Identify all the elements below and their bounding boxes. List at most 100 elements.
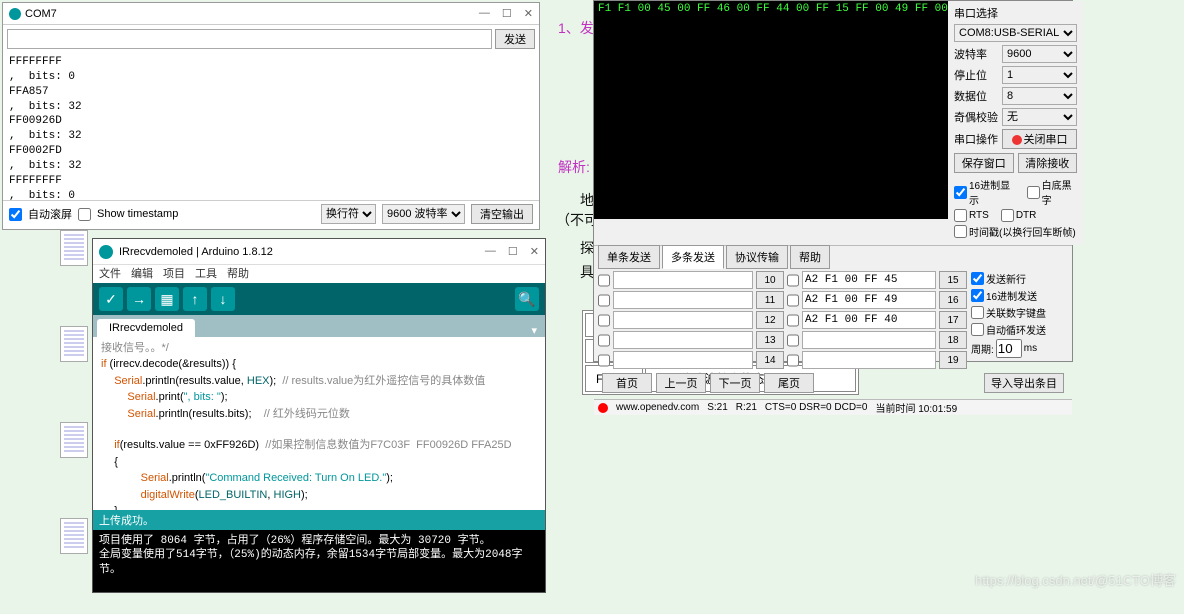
whitebg-checkbox[interactable] <box>1027 186 1040 199</box>
save-window-button[interactable]: 保存窗口 <box>954 153 1014 173</box>
row-checkbox[interactable] <box>787 314 799 327</box>
send-row-button[interactable]: 16 <box>939 291 967 309</box>
status-sent: S:21 <box>707 402 728 413</box>
link-keyboard-checkbox[interactable] <box>971 306 984 319</box>
bg-text: （不可 <box>556 210 598 230</box>
send-row-button[interactable]: 12 <box>756 311 784 329</box>
port-select[interactable]: COM8:USB-SERIAL <box>954 24 1077 42</box>
send-text-input[interactable] <box>613 291 753 309</box>
clear-recv-button[interactable]: 清除接收 <box>1018 153 1078 173</box>
nav-prev-button[interactable]: 上一页 <box>656 373 706 393</box>
row-checkbox[interactable] <box>598 354 610 367</box>
row-checkbox[interactable] <box>787 274 799 287</box>
send-newline-checkbox[interactable] <box>971 272 984 285</box>
send-button[interactable]: 发送 <box>495 29 535 49</box>
send-text-input[interactable] <box>613 311 753 329</box>
save-button[interactable]: ↓ <box>211 287 235 311</box>
send-row-button[interactable]: 14 <box>756 351 784 369</box>
row-checkbox[interactable] <box>598 274 610 287</box>
tab-protocol[interactable]: 协议传输 <box>726 245 788 269</box>
timestamp-checkbox[interactable] <box>78 208 91 221</box>
tab-multi-send[interactable]: 多条发送 <box>662 245 724 269</box>
send-text-input[interactable] <box>613 271 753 289</box>
timestamp-checkbox[interactable] <box>954 225 967 238</box>
status-icon <box>598 403 608 413</box>
serial-output: FFFFFFFF , bits: 0 FFA857 , bits: 32 FF0… <box>3 53 539 201</box>
send-cmd-input[interactable] <box>802 291 936 309</box>
row-checkbox[interactable] <box>787 354 799 367</box>
send-row-button[interactable]: 13 <box>756 331 784 349</box>
clear-output-button[interactable]: 清空输出 <box>471 204 533 224</box>
period-input[interactable] <box>996 339 1022 358</box>
tab-dropdown-icon[interactable]: ▾ <box>523 324 545 337</box>
send-row-button[interactable]: 19 <box>939 351 967 369</box>
bg-text: 探 <box>580 238 594 258</box>
nav-home-button[interactable]: 首页 <box>602 373 652 393</box>
status-url[interactable]: www.openedv.com <box>616 402 699 413</box>
line-ending-select[interactable]: 换行符 <box>321 204 376 224</box>
databit-select[interactable]: 8 <box>1002 87 1077 105</box>
menu-sketch[interactable]: 项目 <box>163 265 185 283</box>
send-cmd-input[interactable] <box>802 311 936 329</box>
row-checkbox[interactable] <box>787 334 799 347</box>
upload-button[interactable]: → <box>127 287 151 311</box>
menu-file[interactable]: 文件 <box>99 265 121 283</box>
rts-checkbox[interactable] <box>954 209 967 222</box>
hex-display-checkbox[interactable] <box>954 186 967 199</box>
baud-select[interactable]: 9600 波特率 <box>382 204 465 224</box>
send-cmd-input[interactable] <box>802 331 936 349</box>
tab-help[interactable]: 帮助 <box>790 245 830 269</box>
serial-send-input[interactable] <box>7 29 492 49</box>
nav-next-button[interactable]: 下一页 <box>710 373 760 393</box>
send-row-button[interactable]: 11 <box>756 291 784 309</box>
maximize-icon[interactable]: ☐ <box>502 7 512 20</box>
timestamp-label: Show timestamp <box>97 208 178 220</box>
parity-select[interactable]: 无 <box>1002 108 1077 126</box>
record-icon <box>1012 135 1022 145</box>
auto-loop-checkbox[interactable] <box>971 323 984 336</box>
open-button[interactable]: ↑ <box>183 287 207 311</box>
row-checkbox[interactable] <box>598 314 610 327</box>
menu-help[interactable]: 帮助 <box>227 265 249 283</box>
nav-last-button[interactable]: 尾页 <box>764 373 814 393</box>
stopbit-select[interactable]: 1 <box>1002 66 1077 84</box>
window-title: IRrecvdemoled | Arduino 1.8.12 <box>119 246 485 258</box>
send-row-button[interactable]: 10 <box>756 271 784 289</box>
row-checkbox[interactable] <box>598 294 610 307</box>
build-console: 项目使用了 8064 字节，占用了（26%）程序存储空间。最大为 30720 字… <box>93 530 545 592</box>
send-text-input[interactable] <box>613 351 753 369</box>
close-icon[interactable]: ✕ <box>524 7 533 20</box>
port-label: 串口选择 <box>954 5 998 21</box>
tab-single-send[interactable]: 单条发送 <box>598 245 660 269</box>
send-row-button[interactable]: 18 <box>939 331 967 349</box>
close-icon[interactable]: ✕ <box>530 245 539 258</box>
hex-send-checkbox[interactable] <box>971 289 984 302</box>
verify-button[interactable]: ✓ <box>99 287 123 311</box>
menu-tools[interactable]: 工具 <box>195 265 217 283</box>
status-cts: CTS=0 DSR=0 DCD=0 <box>765 402 868 413</box>
close-port-button[interactable]: 关闭串口 <box>1002 129 1077 149</box>
minimize-icon[interactable]: — <box>485 245 496 258</box>
arduino-icon <box>9 8 21 20</box>
sketch-tab[interactable]: IRrecvdemoled <box>97 319 195 337</box>
import-export-button[interactable]: 导入导出条目 <box>984 373 1064 393</box>
send-row-button[interactable]: 17 <box>939 311 967 329</box>
maximize-icon[interactable]: ☐ <box>508 245 518 258</box>
dtr-checkbox[interactable] <box>1001 209 1014 222</box>
send-cmd-input[interactable] <box>802 351 936 369</box>
minimize-icon[interactable]: — <box>479 7 490 20</box>
autoscroll-checkbox[interactable] <box>9 208 22 221</box>
baud-select[interactable]: 9600 <box>1002 45 1077 63</box>
menu-edit[interactable]: 编辑 <box>131 265 153 283</box>
code-editor[interactable]: 接收信号。。*/ if (irrecv.decode(&results)) { … <box>93 337 545 510</box>
send-text-input[interactable] <box>613 331 753 349</box>
xcom-window: F1 F1 00 45 00 FF 46 00 FF 44 00 FF 15 F… <box>593 0 1073 362</box>
bg-label: 解析: <box>558 157 590 177</box>
serial-monitor-button[interactable]: 🔍 <box>515 287 539 311</box>
send-row-button[interactable]: 15 <box>939 271 967 289</box>
row-checkbox[interactable] <box>598 334 610 347</box>
window-title: COM7 <box>25 8 479 20</box>
send-cmd-input[interactable] <box>802 271 936 289</box>
new-button[interactable]: ▦ <box>155 287 179 311</box>
row-checkbox[interactable] <box>787 294 799 307</box>
